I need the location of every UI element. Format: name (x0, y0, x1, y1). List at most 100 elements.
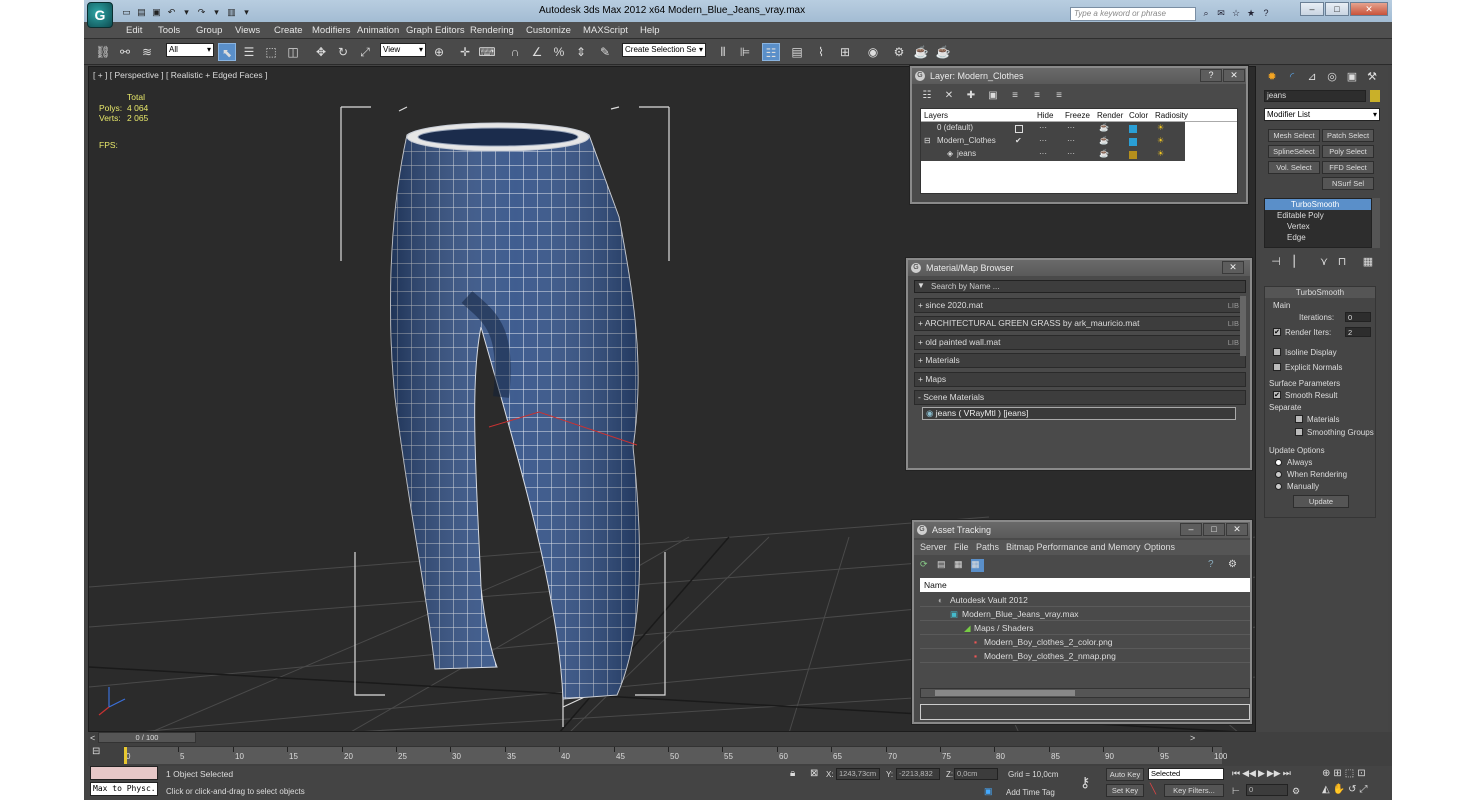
undo-dropdown-icon[interactable]: ▾ (180, 6, 193, 18)
subscription-icon[interactable]: ✉ (1215, 7, 1227, 19)
separate-materials-checkbox[interactable] (1295, 415, 1303, 423)
qa-dropdown-icon[interactable]: ▾ (240, 6, 253, 18)
menu-animation[interactable]: Animation (357, 25, 399, 36)
nsurf-sel-button[interactable]: NSurf Sel (1322, 177, 1374, 190)
update-always-radio[interactable] (1275, 459, 1282, 466)
library-row[interactable]: + old painted wall.mat LIB (914, 335, 1246, 350)
track-bar-toggle-icon[interactable]: ⊟ (92, 746, 100, 757)
asset-scroll-thumb[interactable] (935, 690, 1075, 696)
field-of-view-icon[interactable]: ◭ (1322, 784, 1330, 795)
library-row[interactable]: + since 2020.mat LIB (914, 298, 1246, 313)
freeze-toggle[interactable]: ··· (1067, 136, 1075, 145)
column-hide[interactable]: Hide (1037, 109, 1065, 121)
minimize-button[interactable]: – (1300, 2, 1324, 16)
browser-options-icon[interactable]: ▼ (917, 281, 925, 290)
align-icon[interactable]: ⊫ (736, 43, 754, 61)
asset-path-field[interactable] (920, 704, 1250, 720)
render-production-icon[interactable]: ☕ (934, 43, 952, 61)
group-row-materials[interactable]: + Materials (914, 353, 1246, 368)
previous-frame-icon[interactable]: ◀◀ (1242, 768, 1256, 779)
selection-filter-dropdown[interactable]: All (166, 43, 214, 57)
mirror-icon[interactable]: ⫴ (714, 43, 732, 61)
update-button[interactable]: Update (1293, 495, 1349, 508)
key-icon[interactable]: ⚷ (1080, 774, 1090, 791)
stack-scrollbar[interactable] (1372, 198, 1380, 248)
asset-horizontal-scrollbar[interactable] (920, 688, 1250, 698)
hide-toggle[interactable]: ··· (1039, 136, 1047, 145)
go-to-start-icon[interactable]: ⏮ (1232, 768, 1240, 779)
bind-spacewarp-icon[interactable]: ≋ (138, 43, 156, 61)
table-view-icon[interactable]: ▦ (971, 559, 984, 572)
hide-toggle[interactable]: ··· (1039, 149, 1047, 158)
new-layer-icon[interactable]: ☷ (918, 88, 936, 104)
asset-menu-file[interactable]: File (954, 542, 969, 552)
ffd-select-button[interactable]: FFD Select (1322, 161, 1374, 174)
modify-tab-icon[interactable]: ◜ (1284, 69, 1300, 85)
favorites-icon[interactable]: ★ (1245, 7, 1257, 19)
app-logo-icon[interactable]: G (87, 2, 113, 28)
material-search-input[interactable]: Search by Name ... (931, 282, 999, 291)
layer-manager-icon[interactable]: ☷ (762, 43, 780, 61)
set-key-pen-icon[interactable]: ╲ (1150, 784, 1156, 795)
material-browser-close-button[interactable]: ✕ (1222, 261, 1244, 274)
help-icon[interactable]: ? (1260, 7, 1272, 19)
absolute-mode-icon[interactable]: ⊠ (810, 768, 818, 779)
graphite-tools-icon[interactable]: ▤ (788, 43, 806, 61)
asset-name-column[interactable]: Name (920, 578, 1250, 592)
angle-snap-icon[interactable]: ∠ (528, 43, 546, 61)
material-editor-icon[interactable]: ◉ (864, 43, 882, 61)
delete-layer-icon[interactable]: ✕ (940, 88, 958, 104)
asset-menu-bitmap[interactable]: Bitmap Performance and Memory (1006, 542, 1141, 552)
pin-stack-icon[interactable]: ⊣ (1268, 254, 1284, 270)
patch-select-button[interactable]: Patch Select (1322, 129, 1374, 142)
key-mode-dropdown[interactable]: Selected (1148, 768, 1224, 780)
snap-3d-icon[interactable]: ∩ (506, 43, 524, 61)
column-layers[interactable]: Layers (921, 109, 1037, 121)
scene-material-item[interactable]: ◉ jeans ( VRayMtl ) [jeans] (922, 407, 1236, 420)
play-icon[interactable]: ▶ (1258, 768, 1265, 779)
menu-edit[interactable]: Edit (126, 25, 142, 36)
y-coordinate-field[interactable]: -2213,832 (896, 768, 940, 780)
object-name-field[interactable]: jeans (1264, 90, 1366, 102)
scale-icon[interactable]: ⤢ (356, 43, 374, 61)
update-when-rendering-radio[interactable] (1275, 471, 1282, 478)
list-view-icon[interactable]: ▤ (937, 559, 950, 572)
zoom-extents-all-icon[interactable]: ⊡ (1357, 768, 1365, 779)
keyboard-shortcut-icon[interactable]: ⌨ (478, 43, 496, 61)
pivot-center-icon[interactable]: ⊕ (430, 43, 448, 61)
layer-help-button[interactable]: ? (1200, 69, 1222, 82)
smoothing-groups-checkbox[interactable] (1295, 428, 1303, 436)
menu-help[interactable]: Help (640, 25, 660, 36)
schematic-view-icon[interactable]: ⊞ (836, 43, 854, 61)
freeze-toggle[interactable]: ··· (1067, 149, 1075, 158)
render-iters-spinner[interactable]: 2 (1345, 327, 1371, 337)
binoculars-icon[interactable]: ⌕ (1200, 7, 1212, 19)
percent-snap-icon[interactable]: % (550, 43, 568, 61)
curve-editor-icon[interactable]: ⌇ (812, 43, 830, 61)
track-bar[interactable]: 0 5 10 15 20 25 30 35 40 45 50 55 60 65 70 75 80 85 90 95 10… (124, 746, 1227, 764)
rotate-icon[interactable]: ↻ (334, 43, 352, 61)
asset-help-icon[interactable]: ? (1208, 559, 1214, 570)
time-slider-prev-icon[interactable]: < (90, 733, 95, 743)
layer-row[interactable]: ⊟ Modern_Clothes ✔ ··· ··· ☕ ☀ (921, 135, 1185, 148)
pan-hand-icon[interactable]: ✋ (1333, 784, 1345, 795)
asset-menu-options[interactable]: Options (1144, 542, 1175, 552)
link-icon[interactable]: ⛓ (94, 43, 112, 61)
set-key-button[interactable]: Set Key (1106, 784, 1144, 797)
asset-settings-icon[interactable]: ⚙ (1228, 559, 1237, 570)
group-row-maps[interactable]: + Maps (914, 372, 1246, 387)
radiosity-light-icon[interactable]: ☀ (1157, 136, 1164, 145)
menu-graph-editors[interactable]: Graph Editors (406, 25, 465, 36)
vol-select-button[interactable]: Vol. Select (1268, 161, 1320, 174)
create-tab-icon[interactable]: ✹ (1264, 69, 1280, 85)
asset-maximize-button[interactable]: □ (1203, 523, 1225, 536)
rendered-frame-icon[interactable]: ☕ (912, 43, 930, 61)
menu-group[interactable]: Group (196, 25, 222, 36)
reference-coordinate-dropdown[interactable]: View (380, 43, 426, 57)
column-radiosity[interactable]: Radiosity (1155, 109, 1195, 121)
menu-modifiers[interactable]: Modifiers (312, 25, 351, 36)
object-color-swatch[interactable] (1370, 90, 1380, 102)
select-highlighted-icon[interactable]: ▣ (984, 88, 1002, 104)
select-by-name-icon[interactable]: ☰ (240, 43, 258, 61)
hierarchy-tab-icon[interactable]: ⊿ (1304, 69, 1320, 85)
